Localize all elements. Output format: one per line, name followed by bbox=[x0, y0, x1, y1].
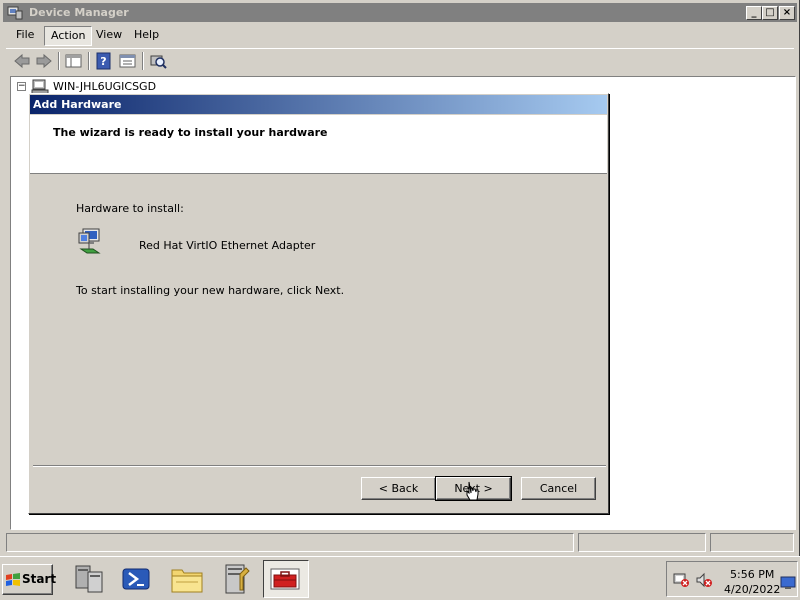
clock-date[interactable]: 4/20/2022 bbox=[724, 583, 780, 596]
dialog-divider bbox=[33, 465, 606, 467]
toolbar-separator bbox=[88, 52, 90, 70]
wizard-heading: The wizard is ready to install your hard… bbox=[53, 126, 328, 139]
window-title: Device Manager bbox=[29, 6, 129, 19]
network-adapter-icon bbox=[78, 228, 101, 254]
dialog-header: The wizard is ready to install your hard… bbox=[30, 115, 607, 174]
clock-time[interactable]: 5:56 PM bbox=[730, 568, 774, 581]
close-button[interactable]: × bbox=[779, 6, 795, 20]
forward-arrow-icon[interactable] bbox=[34, 52, 54, 70]
show-hide-tree-icon[interactable] bbox=[64, 52, 84, 70]
add-hardware-dialog: Add Hardware The wizard is ready to inst… bbox=[28, 93, 609, 514]
menu-file[interactable]: File bbox=[10, 26, 40, 46]
toolbar: ? bbox=[6, 48, 794, 72]
taskbar-server-manager[interactable] bbox=[66, 560, 112, 598]
dialog-body: Hardware to install: Red Hat VirtIO Ethe… bbox=[30, 176, 607, 466]
status-panel-main bbox=[6, 533, 574, 552]
taskbar-powershell[interactable] bbox=[114, 560, 160, 598]
minimize-button[interactable]: _ bbox=[746, 6, 762, 20]
toolbar-separator bbox=[58, 52, 60, 70]
menu-action[interactable]: Action bbox=[44, 26, 93, 46]
cancel-button[interactable]: Cancel bbox=[521, 477, 596, 500]
install-instructions: To start installing your new hardware, c… bbox=[76, 284, 345, 297]
volume-muted-icon[interactable] bbox=[695, 572, 713, 588]
powershell-icon bbox=[122, 568, 150, 590]
help-icon[interactable]: ? bbox=[94, 52, 114, 70]
collapse-icon[interactable]: − bbox=[17, 82, 26, 91]
windows-flag-icon bbox=[6, 573, 20, 586]
toolbox-icon bbox=[270, 568, 300, 590]
show-desktop-icon[interactable] bbox=[780, 576, 796, 590]
svg-text:?: ? bbox=[100, 55, 106, 68]
status-panel-3 bbox=[710, 533, 794, 552]
menu-view[interactable]: View bbox=[90, 26, 128, 46]
window-titlebar[interactable]: Device Manager _ □ × bbox=[3, 3, 797, 22]
taskbar-admin-tools[interactable] bbox=[214, 560, 260, 598]
maximize-button[interactable]: □ bbox=[762, 6, 778, 20]
statusbar bbox=[6, 533, 794, 553]
toolbar-separator bbox=[142, 52, 144, 70]
mouse-pointer-icon bbox=[466, 481, 479, 501]
start-label: Start bbox=[22, 572, 57, 586]
admin-tools-icon bbox=[225, 564, 250, 594]
hardware-name: Red Hat VirtIO Ethernet Adapter bbox=[139, 239, 316, 252]
scan-hardware-icon[interactable] bbox=[148, 52, 168, 70]
network-disconnected-icon[interactable] bbox=[672, 572, 690, 588]
explorer-icon bbox=[171, 569, 203, 593]
system-tray: 5:56 PM 4/20/2022 bbox=[666, 561, 798, 597]
menubar: File Action View Help bbox=[6, 24, 794, 46]
back-button[interactable]: < Back bbox=[361, 477, 436, 500]
device-manager-icon bbox=[7, 6, 23, 20]
hardware-to-install-label: Hardware to install: bbox=[76, 202, 184, 215]
taskbar: Start 5:56 PM 4/20/2022 bbox=[0, 556, 800, 600]
taskbar-device-manager[interactable] bbox=[263, 560, 309, 598]
menu-help[interactable]: Help bbox=[128, 26, 165, 46]
dialog-titlebar[interactable]: Add Hardware bbox=[30, 95, 607, 114]
status-panel-2 bbox=[578, 533, 706, 552]
properties-icon[interactable] bbox=[118, 52, 138, 70]
server-manager-icon bbox=[75, 565, 103, 593]
start-button[interactable]: Start bbox=[2, 564, 57, 595]
taskbar-explorer[interactable] bbox=[164, 560, 210, 598]
back-arrow-icon[interactable] bbox=[12, 52, 32, 70]
